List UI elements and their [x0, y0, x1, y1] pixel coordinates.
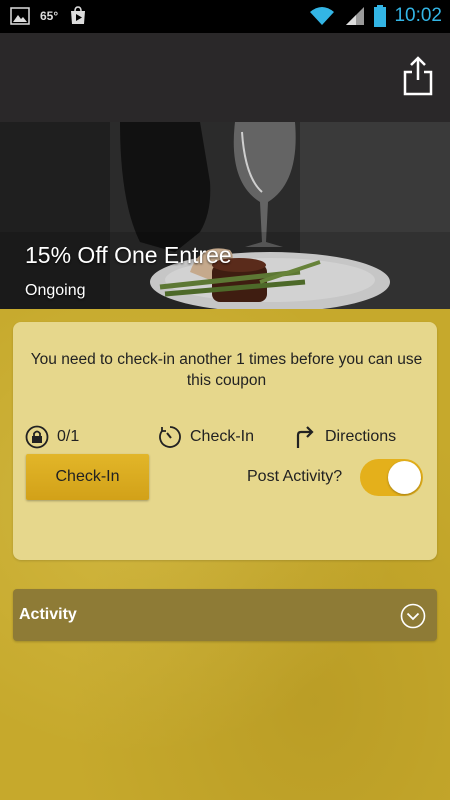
- play-store-icon: [71, 6, 86, 24]
- coupon-card: You need to check-in another 1 times bef…: [13, 322, 437, 560]
- status-bar: 65° 10:02: [0, 0, 450, 33]
- hero-image: 15% Off One Entree Ongoing: [0, 122, 450, 309]
- coupon-status: Ongoing: [25, 282, 86, 299]
- share-button[interactable]: [402, 55, 434, 97]
- checkin-button[interactable]: Check-In: [26, 454, 149, 500]
- battery-icon: [374, 5, 387, 27]
- wifi-icon: [310, 7, 335, 25]
- post-activity-toggle[interactable]: [360, 459, 423, 496]
- checkin-link[interactable]: Check-In: [158, 425, 254, 449]
- lock-icon: [25, 425, 49, 449]
- checkin-link-label: Check-In: [190, 428, 255, 445]
- timer-icon: [159, 426, 181, 448]
- post-activity-label: Post Activity?: [247, 468, 343, 485]
- share-icon: [403, 56, 433, 96]
- directions-arrow-icon: [296, 426, 314, 448]
- gallery-icon: [10, 7, 30, 25]
- checkin-requirement-message: You need to check-in another 1 times bef…: [30, 351, 423, 389]
- clock-text: 10:02: [394, 5, 442, 26]
- status-right: 10:02: [308, 2, 442, 30]
- coupon-title: 15% Off One Entree: [25, 242, 232, 268]
- directions-label: Directions: [325, 428, 397, 445]
- signal-icon: [346, 7, 365, 25]
- activity-section-header[interactable]: Activity: [13, 589, 437, 641]
- status-left: 65°: [10, 6, 88, 26]
- app-bar: [0, 33, 450, 122]
- toggle-knob: [388, 461, 421, 494]
- activity-label: Activity: [19, 606, 77, 623]
- checkin-progress-text: 0/1: [57, 428, 80, 445]
- directions-link[interactable]: Directions: [293, 425, 396, 449]
- temperature-text: 65°: [40, 9, 59, 23]
- food-photo: [0, 122, 450, 309]
- chevron-down-icon: [400, 603, 426, 629]
- checkin-progress: 0/1: [25, 425, 79, 449]
